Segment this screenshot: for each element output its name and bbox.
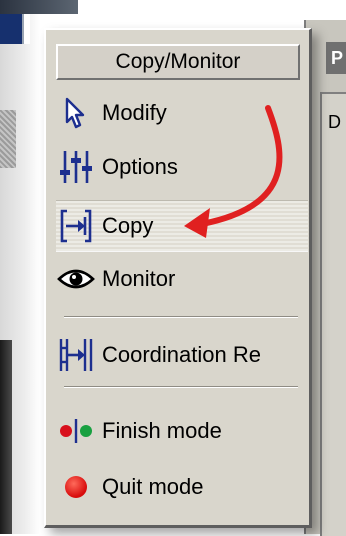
menu-item-label: Coordination Re [102, 342, 261, 367]
background-dark-edge [0, 340, 12, 534]
menu-item-copy[interactable]: Copy [56, 200, 308, 252]
adjacent-panel-text: D [328, 112, 341, 132]
background-hatched-region [0, 110, 16, 168]
adjacent-panel-tab[interactable]: P [326, 42, 346, 74]
menu-item-label: Finish mode [102, 418, 222, 443]
red-dot-icon [56, 467, 96, 507]
finish-dots-icon [56, 411, 96, 451]
menu-item-label: Modify [102, 100, 167, 125]
background-titlebar [0, 0, 78, 14]
menu-separator [64, 386, 298, 388]
menu-item-label: Monitor [102, 266, 176, 291]
copy-bracket-icon [56, 206, 96, 246]
menu-item-quit-mode[interactable]: Quit mode [56, 462, 308, 512]
palette-title[interactable]: Copy/Monitor [56, 44, 300, 80]
menu-item-coordination[interactable]: Coordination Re [56, 330, 308, 380]
menu-item-modify[interactable]: Modify [56, 88, 308, 138]
menu-separator [64, 316, 298, 318]
sliders-icon [56, 147, 96, 187]
menu-item-label: Quit mode [102, 474, 204, 499]
adjacent-panel-content: D [320, 92, 346, 536]
background-blue-region [0, 14, 24, 44]
eye-icon [56, 259, 96, 299]
cursor-arrow-icon [56, 93, 96, 133]
menu-item-options[interactable]: Options [56, 142, 308, 192]
copy-monitor-palette: Copy/Monitor Modify Options Copy Monitor… [44, 28, 312, 528]
menu-item-label: Options [102, 154, 178, 179]
menu-item-finish-mode[interactable]: Finish mode [56, 406, 308, 456]
coordination-icon [56, 335, 96, 375]
menu-item-label: Copy [102, 213, 154, 238]
menu-item-monitor[interactable]: Monitor [56, 254, 308, 304]
